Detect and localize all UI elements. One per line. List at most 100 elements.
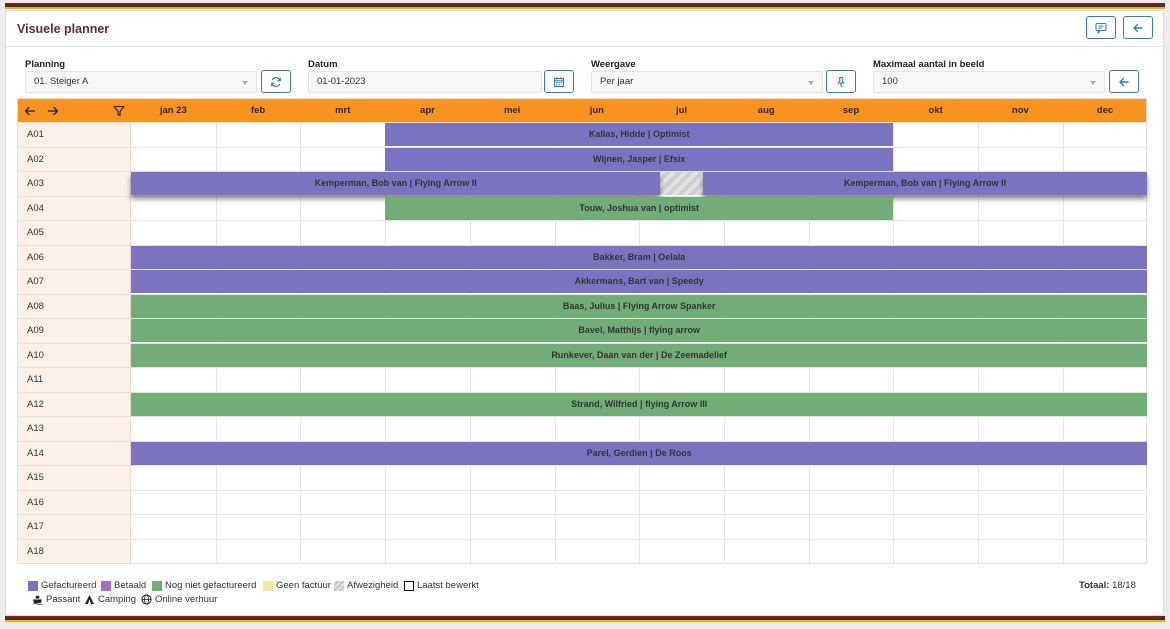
row-label: A12 [18, 392, 131, 416]
month-label: jan 23 [159, 105, 187, 116]
header-divider [6, 46, 1163, 47]
legend-label: Camping [98, 594, 137, 605]
legend-swatch [263, 580, 273, 591]
apply-back-button[interactable] [1109, 70, 1139, 93]
booking-bar[interactable]: Wijnen, Jasper | Efsix [385, 147, 894, 171]
refresh-icon [271, 76, 281, 87]
legend-label: Betaald [114, 580, 147, 591]
legend-online: Online verhuur [141, 594, 217, 605]
booking-bar[interactable]: Touw, Joshua van | optimist [385, 196, 894, 220]
booking-bar[interactable]: Runkever, Daan van der | De Zeemadelief [131, 343, 1148, 367]
row-label: A06 [18, 245, 131, 269]
datum-label: Datum [308, 59, 338, 70]
next-period-button[interactable] [47, 104, 59, 122]
row-label: A04 [18, 196, 131, 220]
legend-afwezigheid: Afwezigheid [334, 580, 398, 591]
booking-bar[interactable]: Kemperman, Bob van | Flying Arrow II [702, 172, 1148, 195]
month-header: jan 23 feb mrt apr mei jun jul aug sep okt nov dec [18, 99, 1146, 122]
row-label: A18 [18, 539, 131, 563]
chevron-down-icon [242, 81, 248, 85]
prev-period-button[interactable] [24, 104, 36, 122]
legend-swatch [334, 580, 344, 591]
filter-icon [113, 105, 125, 117]
refresh-button[interactable] [261, 70, 291, 93]
arrow-left-icon [1133, 23, 1143, 32]
month-label: dec [1096, 105, 1114, 116]
arrow-left-icon [24, 106, 36, 116]
row-label: A05 [18, 221, 131, 245]
legend-swatch [28, 580, 38, 591]
max-select[interactable]: 100 [873, 71, 1105, 93]
planner-row[interactable]: A11 [18, 367, 1146, 392]
datum-value: 01-01-2023 [317, 76, 366, 87]
month-label: aug [757, 105, 775, 116]
back-button[interactable] [1123, 16, 1153, 39]
row-label: A16 [18, 490, 131, 514]
flag-stripe-bottom [5, 616, 1165, 622]
planner-grid: jan 23 feb mrt apr mei jun jul aug sep okt nov dec … [17, 98, 1148, 564]
month-label: nov [1011, 105, 1029, 116]
filter-button[interactable] [113, 104, 125, 122]
legend-gefactureerd: Gefactureerd [28, 580, 96, 591]
planning-select[interactable]: 01. Steiger A [25, 71, 257, 93]
chevron-down-icon [1090, 81, 1096, 85]
month-label: sep [842, 105, 860, 116]
legend-swatch [152, 580, 162, 591]
weergave-label: Weergave [591, 59, 636, 70]
arrow-left-icon [1119, 77, 1129, 86]
planner-row[interactable]: A16 [18, 489, 1146, 514]
flag-stripe-top [5, 3, 1165, 9]
month-label: okt [928, 105, 943, 116]
weergave-select[interactable]: Per jaar [591, 71, 823, 93]
legend-betaald: Betaald [101, 580, 146, 591]
calendar-button[interactable] [544, 70, 574, 93]
arrow-right-icon [47, 106, 59, 116]
row-label: A09 [18, 319, 131, 343]
comment-icon [1095, 22, 1107, 34]
month-label: mei [503, 105, 521, 116]
legend-label: Afwezigheid [347, 580, 399, 591]
legend-label: Gefactureerd [41, 580, 97, 591]
booking-bar[interactable]: Baas, Julius | Flying Arrow Spanker [131, 294, 1148, 318]
total-value: 18/18 [1112, 580, 1136, 591]
month-label: jun [589, 105, 604, 116]
legend-label: Geen factuur [276, 580, 331, 591]
planner-row[interactable]: A18 [18, 538, 1146, 563]
chevron-down-icon [808, 81, 814, 85]
booking-bar[interactable]: Kallas, Hidde | Optimist [385, 123, 894, 146]
planner-panel: Visuele planner Planning 01. Steiger A D… [5, 10, 1164, 616]
planner-row[interactable]: A13 [18, 416, 1146, 441]
row-label: A10 [18, 343, 131, 367]
booking-bar[interactable]: Akkermans, Bart van | Speedy [131, 270, 1148, 293]
legend-label: Nog niet gefactureerd [165, 580, 257, 591]
datum-input[interactable]: 01-01-2023 [308, 71, 542, 93]
row-label: A15 [18, 466, 131, 490]
row-label: A14 [18, 441, 131, 465]
legend-label: Online verhuur [155, 594, 218, 605]
page-title: Visuele planner [17, 22, 110, 36]
booking-bar[interactable]: Strand, Wilfried | flying Arrow III [131, 392, 1148, 416]
row-label: A01 [18, 123, 131, 147]
total-label: Totaal: [1079, 580, 1110, 591]
absence-block[interactable] [660, 172, 703, 195]
pin-icon [837, 76, 845, 87]
planner-row[interactable]: A15 [18, 465, 1146, 490]
month-label: mrt [335, 105, 351, 116]
booking-bar[interactable]: Kemperman, Bob van | Flying Arrow II [131, 172, 661, 195]
planner-row[interactable]: A05 [18, 220, 1146, 245]
planning-value: 01. Steiger A [34, 76, 89, 87]
month-label: jul [675, 105, 688, 116]
pin-button[interactable] [826, 70, 856, 93]
flag-stripe-gold [5, 7, 1165, 9]
boat-icon [32, 595, 43, 605]
comment-button[interactable] [1086, 16, 1116, 39]
flag-stripe-gold [5, 620, 1165, 622]
weergave-value: Per jaar [600, 76, 634, 87]
booking-bar[interactable]: Bavel, Matthijs | flying arrow [131, 319, 1148, 342]
planner-row[interactable]: A17 [18, 514, 1146, 539]
legend-nog-niet: Nog niet gefactureerd [152, 580, 256, 591]
booking-bar[interactable]: Bakker, Bram | Oelala [131, 245, 1148, 269]
booking-bar[interactable]: Parel, Gerdien | De Roos [131, 441, 1148, 465]
legend-laatst-bewerkt: Laatst bewerkt [404, 580, 479, 591]
month-label: apr [420, 105, 435, 116]
